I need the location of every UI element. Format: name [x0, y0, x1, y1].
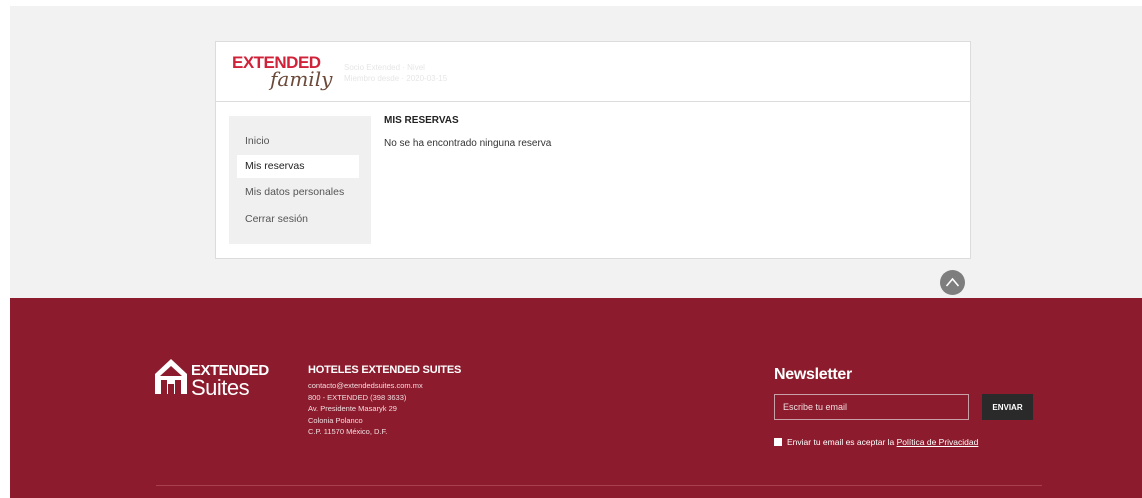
- brand-text-suites: Suites: [191, 375, 250, 400]
- address-city: C.P. 11570 México, D.F.: [308, 427, 388, 436]
- account-sidebar: Inicio Mis reservas Mis datos personales…: [229, 116, 371, 244]
- address-colonia: Colonia Polanco: [308, 415, 363, 425]
- newsletter-title: Newsletter: [774, 366, 852, 383]
- page-title: MIS RESERVAS: [384, 115, 459, 126]
- house-icon: [155, 359, 187, 394]
- contact-phone[interactable]: 800 - EXTENDED (398 3633): [308, 392, 461, 404]
- extended-family-logo[interactable]: EXTENDED family: [232, 53, 332, 93]
- sidebar-item-cerrar-sesion[interactable]: Cerrar sesión: [237, 208, 359, 231]
- logo-text-family: family: [270, 67, 333, 91]
- contact-email[interactable]: contacto@extendedsuites.com.mx: [308, 380, 461, 392]
- sidebar-item-inicio[interactable]: Inicio: [237, 130, 359, 153]
- consent-text: Enviar tu email es aceptar la: [787, 437, 897, 447]
- back-to-top-button[interactable]: [940, 270, 965, 295]
- newsletter-section: Newsletter ENVIAR Enviar tu email es ace…: [774, 366, 1033, 447]
- extended-suites-logo[interactable]: EXTENDED Suites: [153, 356, 275, 400]
- privacy-policy-link[interactable]: Política de Privacidad: [897, 437, 979, 447]
- member-line-1: Socio Extended · Nivel: [344, 63, 425, 72]
- panel-header: EXTENDED family Socio Extended · Nivel M…: [216, 42, 970, 102]
- newsletter-email-input[interactable]: [774, 394, 969, 420]
- privacy-consent: Enviar tu email es aceptar la Política d…: [774, 437, 1034, 447]
- hotel-heading: HOTELES EXTENDED SUITES: [308, 364, 462, 376]
- member-info: Socio Extended · Nivel Miembro desde · 2…: [344, 62, 447, 84]
- account-panel: EXTENDED family Socio Extended · Nivel M…: [215, 41, 971, 259]
- sidebar-item-mis-datos-personales[interactable]: Mis datos personales: [237, 181, 359, 204]
- sidebar-item-mis-reservas[interactable]: Mis reservas: [237, 155, 359, 178]
- consent-checkbox[interactable]: [774, 438, 782, 446]
- footer-divider: [156, 485, 1042, 486]
- hotel-contact-info: HOTELES EXTENDED SUITES contacto@extende…: [308, 364, 461, 438]
- empty-message: No se ha encontrado ninguna reserva: [384, 138, 552, 149]
- chevron-up-icon: [945, 277, 960, 287]
- newsletter-send-button[interactable]: ENVIAR: [982, 394, 1033, 420]
- site-footer: EXTENDED Suites HOTELES EXTENDED SUITES …: [10, 298, 1142, 498]
- member-line-2: Miembro desde · 2020-03-15: [344, 74, 448, 83]
- address-street: Av. Presidente Masaryk 29: [308, 404, 397, 413]
